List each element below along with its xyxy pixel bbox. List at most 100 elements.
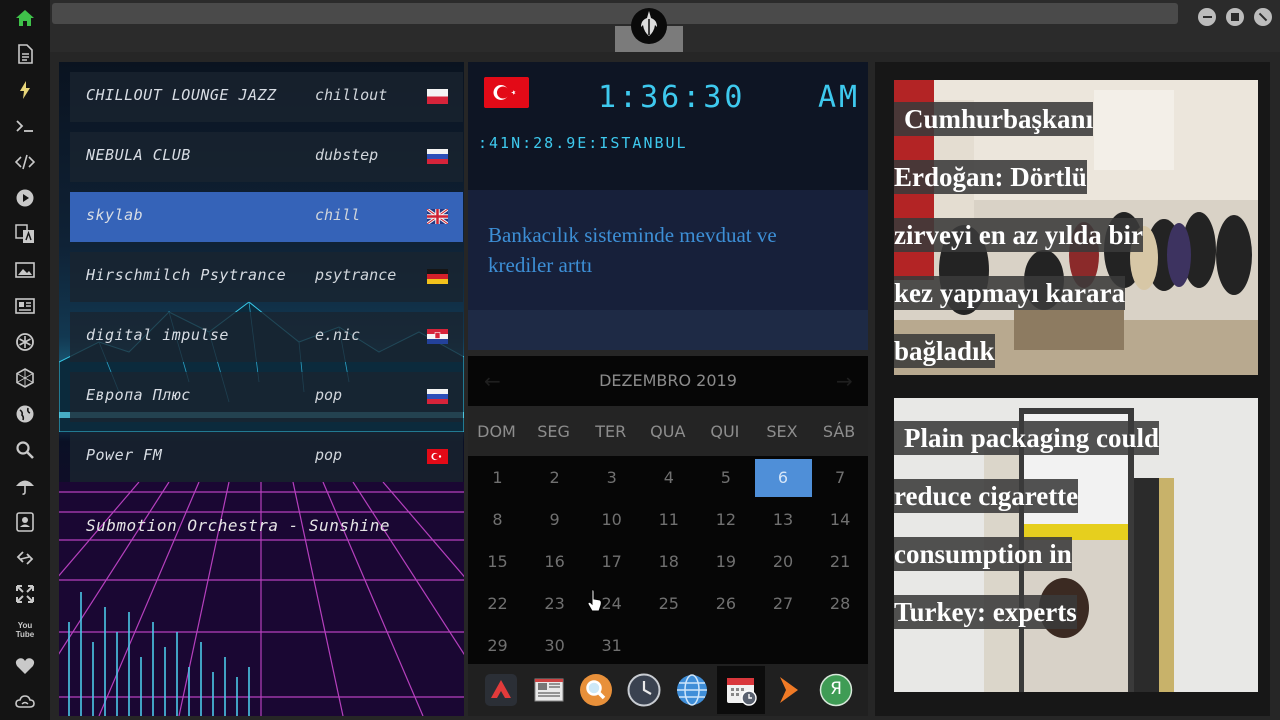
turkey-flag-icon: [484, 77, 529, 108]
terminal-icon[interactable]: [13, 114, 37, 138]
calendar-day[interactable]: 13: [755, 501, 812, 539]
station-row[interactable]: Hirschmilch Psytrance psytrance: [70, 252, 463, 302]
calendar-day[interactable]: 14: [812, 501, 869, 539]
weekday-label: DOM: [477, 422, 516, 441]
close-button[interactable]: [1254, 8, 1272, 26]
calendar-day[interactable]: 16: [526, 543, 583, 581]
calendar-app-icon[interactable]: [717, 666, 765, 714]
calendar-day[interactable]: 11: [640, 501, 697, 539]
calendar-day[interactable]: 4: [640, 459, 697, 497]
arrow-up-app-icon[interactable]: [484, 673, 518, 707]
clock-location: :41N:28.9E:ISTANBUL: [478, 134, 688, 152]
calendar-day[interactable]: 9: [526, 501, 583, 539]
calendar-day[interactable]: 5: [697, 459, 754, 497]
calendar-day[interactable]: 31: [583, 627, 640, 665]
home-icon[interactable]: [13, 6, 37, 30]
search-icon[interactable]: [13, 438, 37, 462]
calendar-day[interactable]: 27: [755, 585, 812, 623]
calendar-day[interactable]: 21: [812, 543, 869, 581]
youtube-icon[interactable]: You Tube: [13, 618, 37, 642]
globe-app-icon[interactable]: [675, 673, 709, 707]
calendar-day[interactable]: 18: [640, 543, 697, 581]
calendar-day[interactable]: 20: [755, 543, 812, 581]
expand-icon[interactable]: [13, 582, 37, 606]
news-card[interactable]: Plain packaging could reduce cigarette c…: [894, 398, 1258, 692]
logo-tab[interactable]: [615, 0, 683, 52]
yandex-letter: Я: [830, 679, 842, 699]
calendar-month-title: DEZEMBRO 2019: [599, 371, 737, 390]
image-icon[interactable]: [13, 258, 37, 282]
calendar-day[interactable]: 1: [469, 459, 526, 497]
news-icon[interactable]: [13, 294, 37, 318]
umbrella-icon[interactable]: [13, 474, 37, 498]
lightning-icon[interactable]: [13, 78, 37, 102]
calendar-day[interactable]: 3: [583, 459, 640, 497]
sidebar: You Tube: [0, 0, 50, 720]
code-icon[interactable]: [13, 150, 37, 174]
headline-line: consumption in: [894, 537, 1072, 571]
calendar-day[interactable]: 17: [583, 543, 640, 581]
ticker-headline[interactable]: Bankacılık sisteminde mevduat ve kredile…: [488, 220, 838, 280]
station-genre: e.nic: [315, 326, 361, 344]
calendar-day[interactable]: 12: [697, 501, 754, 539]
station-row[interactable]: Power FM pop: [70, 432, 463, 482]
hexagon-icon[interactable]: [13, 366, 37, 390]
news-headline[interactable]: Plain packaging could reduce cigarette c…: [894, 409, 1258, 641]
play-arrow-app-icon[interactable]: [771, 673, 805, 707]
calendar-day[interactable]: 26: [697, 585, 754, 623]
headline-line: kez yapmayı karara: [894, 276, 1125, 310]
weekday-label: QUA: [650, 422, 686, 441]
news-headline[interactable]: Cumhurbaşkanı Erdoğan: Dörtlü zirveyi en…: [894, 90, 1258, 380]
rebel-icon[interactable]: [13, 330, 37, 354]
headline-ticker[interactable]: Bankacılık sisteminde mevduat ve kredile…: [468, 190, 868, 350]
uk-flag-icon: [427, 209, 448, 224]
croatia-flag-icon: [427, 329, 448, 344]
station-name: NEBULA CLUB: [86, 146, 191, 164]
calendar-day[interactable]: 7: [812, 459, 869, 497]
station-row[interactable]: NEBULA CLUB dubstep: [70, 132, 463, 182]
chevron-right-icon[interactable]: →: [836, 369, 853, 393]
calendar-day[interactable]: 15: [469, 543, 526, 581]
calendar-day[interactable]: 23: [526, 585, 583, 623]
station-row-active[interactable]: skylab chill: [70, 192, 463, 242]
station-row[interactable]: CHILLOUT LOUNGE JAZZ chillout: [70, 72, 463, 122]
calendar-day[interactable]: 25: [640, 585, 697, 623]
calendar-day[interactable]: 10: [583, 501, 640, 539]
station-genre: pop: [315, 386, 343, 404]
calendar-day[interactable]: 30: [526, 627, 583, 665]
cloud-icon[interactable]: [13, 690, 37, 714]
calendar-day[interactable]: 28: [812, 585, 869, 623]
station-genre: chill: [315, 206, 361, 224]
station-name: Hirschmilch Psytrance: [86, 266, 287, 284]
calendar-header: ← DEZEMBRO 2019 →: [468, 356, 868, 406]
weekday-label: SÁB: [822, 422, 856, 441]
calendar-day[interactable]: 19: [697, 543, 754, 581]
calendar-day[interactable]: 22: [469, 585, 526, 623]
station-row[interactable]: digital impulse e.nic: [70, 312, 463, 362]
newspaper-app-icon[interactable]: [532, 673, 566, 707]
maximize-button[interactable]: [1226, 8, 1244, 26]
globe-icon[interactable]: [13, 402, 37, 426]
station-name: Power FM: [86, 446, 163, 464]
translate-icon[interactable]: [13, 222, 37, 246]
russia-flag-icon: [427, 149, 448, 164]
calendar-day-today[interactable]: 6: [754, 459, 812, 497]
calendar-day[interactable]: 8: [469, 501, 526, 539]
station-row[interactable]: Европа Плюс pop: [70, 372, 463, 422]
headline-line: Plain packaging could: [894, 421, 1160, 455]
youtube-label: You Tube: [15, 621, 35, 639]
news-card[interactable]: Cumhurbaşkanı Erdoğan: Dörtlü zirveyi en…: [894, 80, 1258, 375]
document-icon[interactable]: [13, 42, 37, 66]
clock-app-icon[interactable]: [627, 673, 661, 707]
heart-icon[interactable]: [13, 654, 37, 678]
link-icon[interactable]: [13, 546, 37, 570]
minimize-button[interactable]: [1198, 8, 1216, 26]
contact-icon[interactable]: [13, 510, 37, 534]
play-icon[interactable]: [13, 186, 37, 210]
search-app-icon[interactable]: [579, 673, 613, 707]
clock-widget: 1:36:30 AM :41N:28.9E:ISTANBUL: [468, 62, 868, 190]
clock-ampm: AM: [818, 80, 861, 115]
calendar-day[interactable]: 29: [469, 627, 526, 665]
calendar-day[interactable]: 2: [526, 459, 583, 497]
yandex-app-icon[interactable]: Я: [819, 673, 853, 707]
